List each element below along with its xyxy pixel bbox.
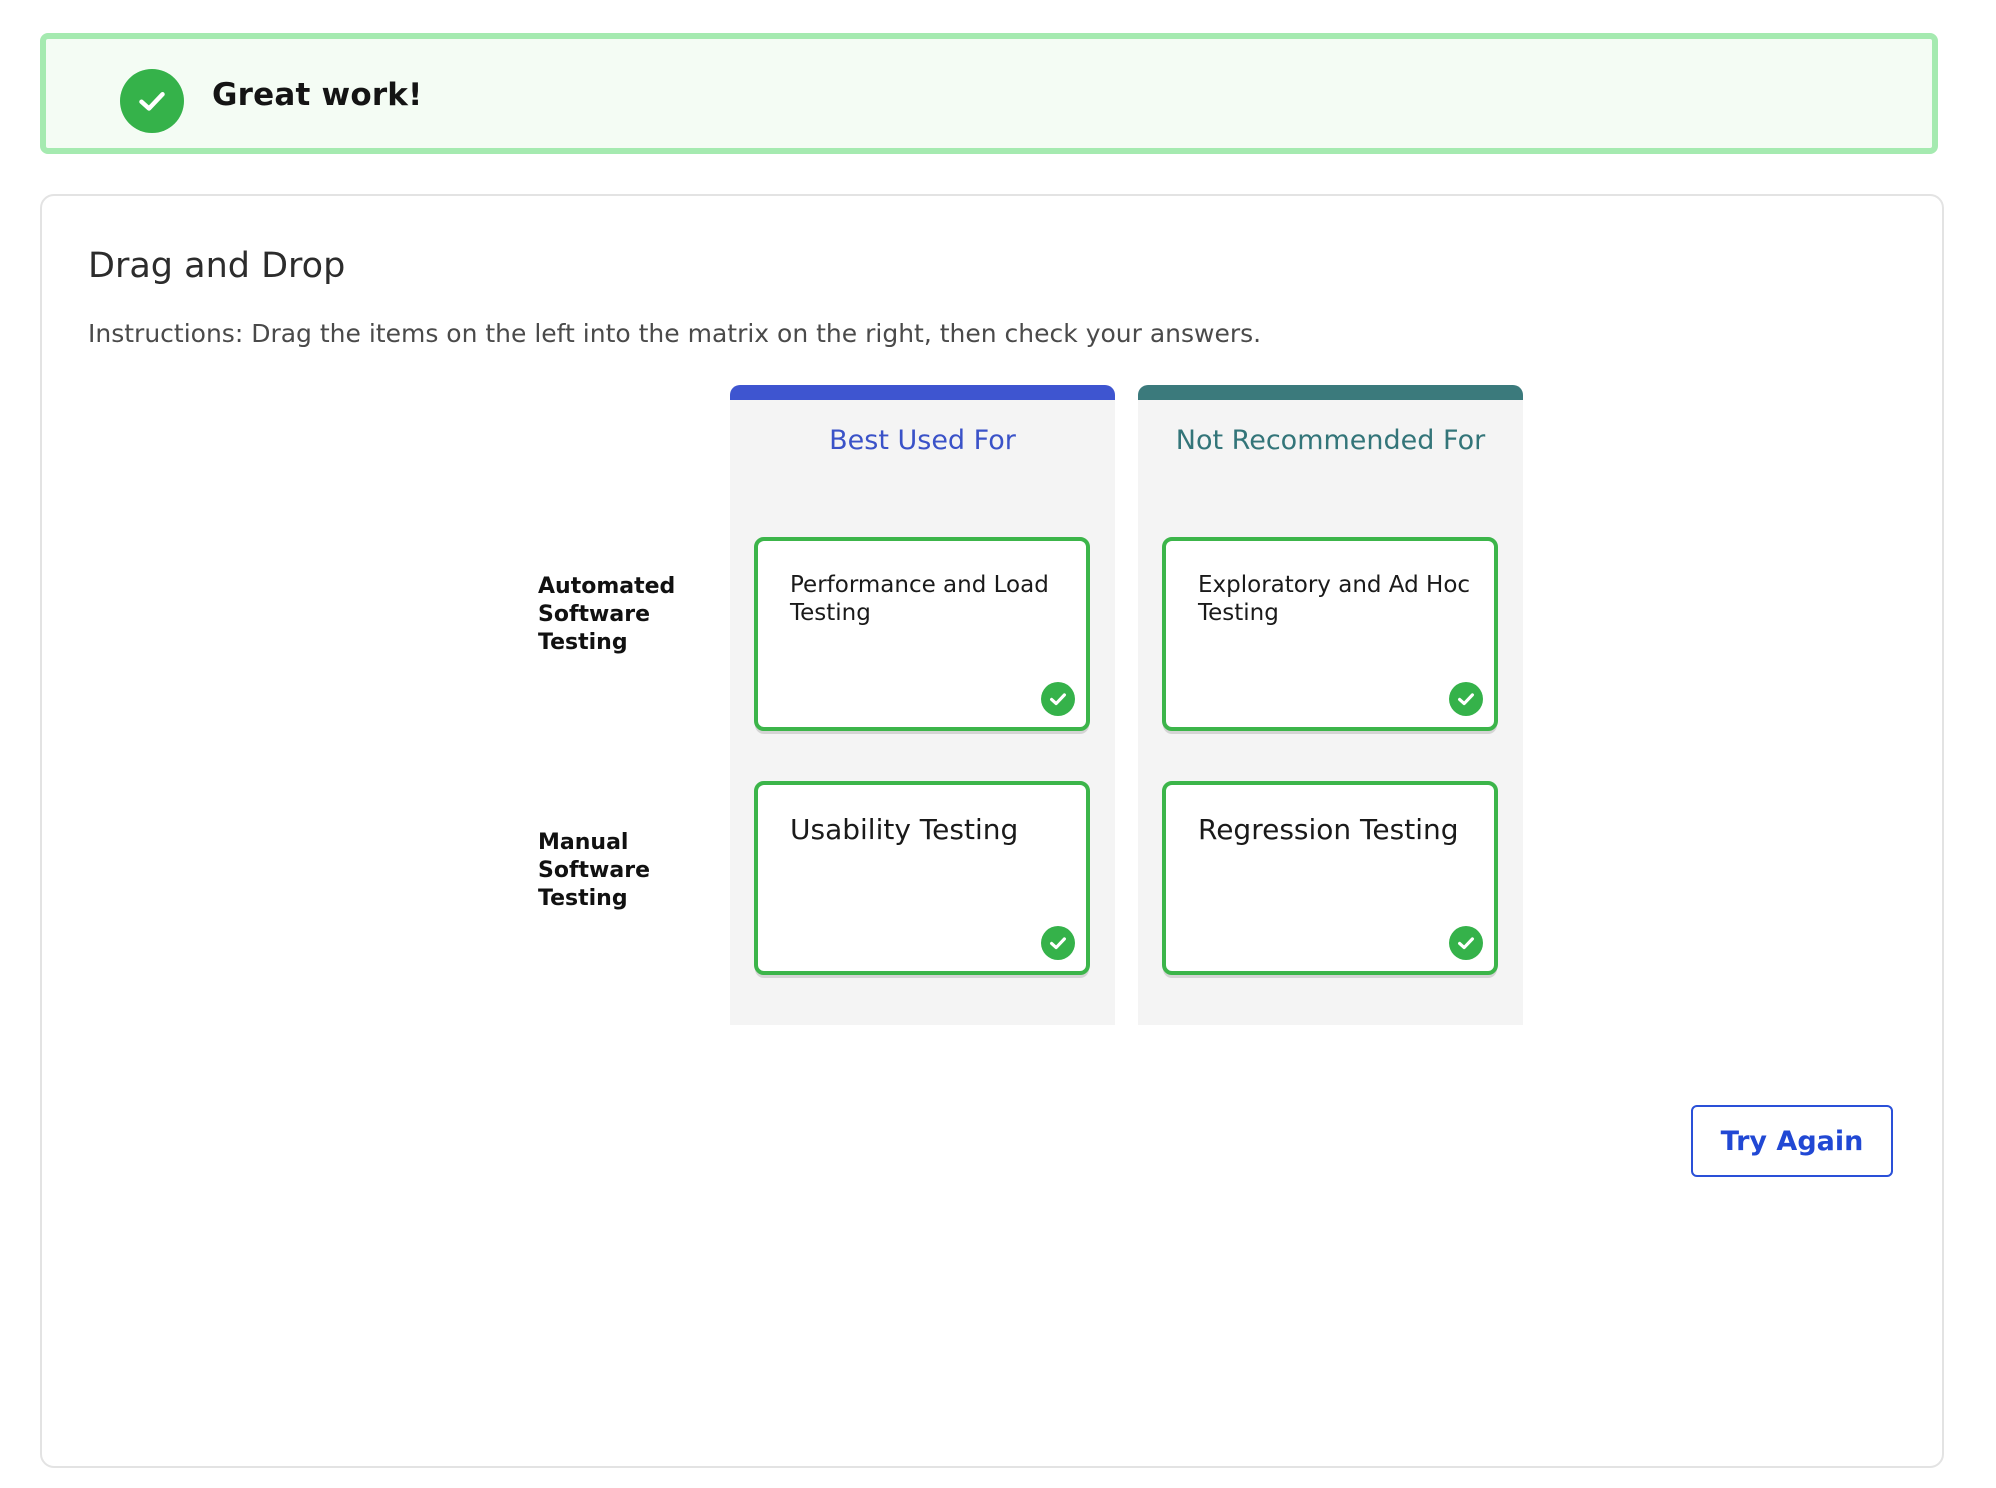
row-label-manual: Manual Software Testing	[538, 830, 650, 911]
try-again-button[interactable]: Try Again	[1691, 1105, 1893, 1177]
check-circle-icon	[1041, 682, 1075, 716]
check-circle-icon	[1041, 926, 1075, 960]
column-header-not-recommended-for: Not Recommended For	[1175, 425, 1486, 456]
answer-card-label: Regression Testing	[1198, 813, 1459, 846]
row-label-automated: Automated Software Testing	[538, 574, 676, 655]
answer-card-regression[interactable]: Regression Testing	[1162, 781, 1498, 975]
page: Great work! Drag and Drop Instructions: …	[0, 0, 1996, 1488]
check-circle-icon	[1449, 682, 1483, 716]
answer-card-usability[interactable]: Usability Testing	[754, 781, 1090, 975]
check-circle-icon	[1449, 926, 1483, 960]
success-message: Great work!	[212, 77, 423, 113]
check-circle-icon	[120, 69, 184, 133]
column-accent-bar	[730, 385, 1115, 400]
activity-title: Drag and Drop	[88, 246, 346, 286]
answer-card-label: Exploratory and Ad Hoc Testing	[1198, 572, 1471, 626]
instructions-text: Instructions: Drag the items on the left…	[88, 319, 1262, 348]
answer-card-label: Usability Testing	[790, 813, 1019, 846]
answer-card-performance-load[interactable]: Performance and Load Testing	[754, 537, 1090, 731]
column-accent-bar	[1138, 385, 1523, 400]
answer-card-exploratory-ad-hoc[interactable]: Exploratory and Ad Hoc Testing	[1162, 537, 1498, 731]
column-header-best-used-for: Best Used For	[829, 425, 1016, 456]
success-banner: Great work!	[40, 33, 1938, 154]
answer-card-label: Performance and Load Testing	[790, 572, 1049, 626]
